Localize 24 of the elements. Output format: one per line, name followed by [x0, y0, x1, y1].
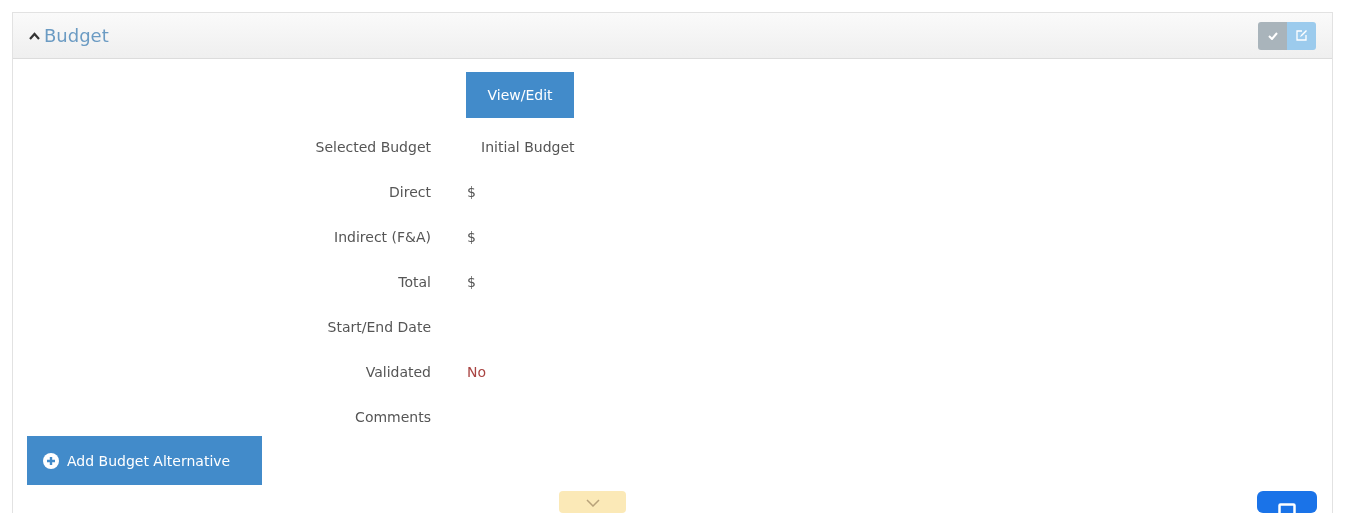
- add-budget-alternative-button[interactable]: Add Budget Alternative: [27, 436, 262, 485]
- field-label: Selected Budget: [314, 138, 431, 157]
- field-label: Indirect (F&A): [333, 228, 431, 247]
- check-button[interactable]: [1258, 21, 1287, 50]
- field-label: Start/End Date: [326, 318, 431, 337]
- field-value: $: [467, 273, 477, 292]
- panel-toggle[interactable]: Budget: [29, 25, 109, 46]
- edit-icon: [1296, 30, 1307, 41]
- caret-up-icon: [29, 31, 40, 40]
- check-icon: [1267, 31, 1278, 40]
- chevron-down-icon: [585, 499, 600, 507]
- field-value: Initial Budget: [480, 138, 576, 157]
- plus-circle-icon: [43, 452, 59, 469]
- expand-tab[interactable]: [559, 491, 626, 513]
- field-label: Direct: [388, 183, 431, 202]
- field-label: Validated: [364, 363, 431, 382]
- edit-button[interactable]: [1287, 21, 1316, 50]
- field-value: $: [467, 228, 477, 247]
- field-value: $: [467, 183, 477, 202]
- field-label: Total: [397, 273, 431, 292]
- view-edit-button[interactable]: View/Edit: [466, 72, 574, 118]
- floating-button[interactable]: [1257, 491, 1317, 513]
- field-value: No: [467, 363, 488, 382]
- field-label: Comments: [354, 408, 431, 427]
